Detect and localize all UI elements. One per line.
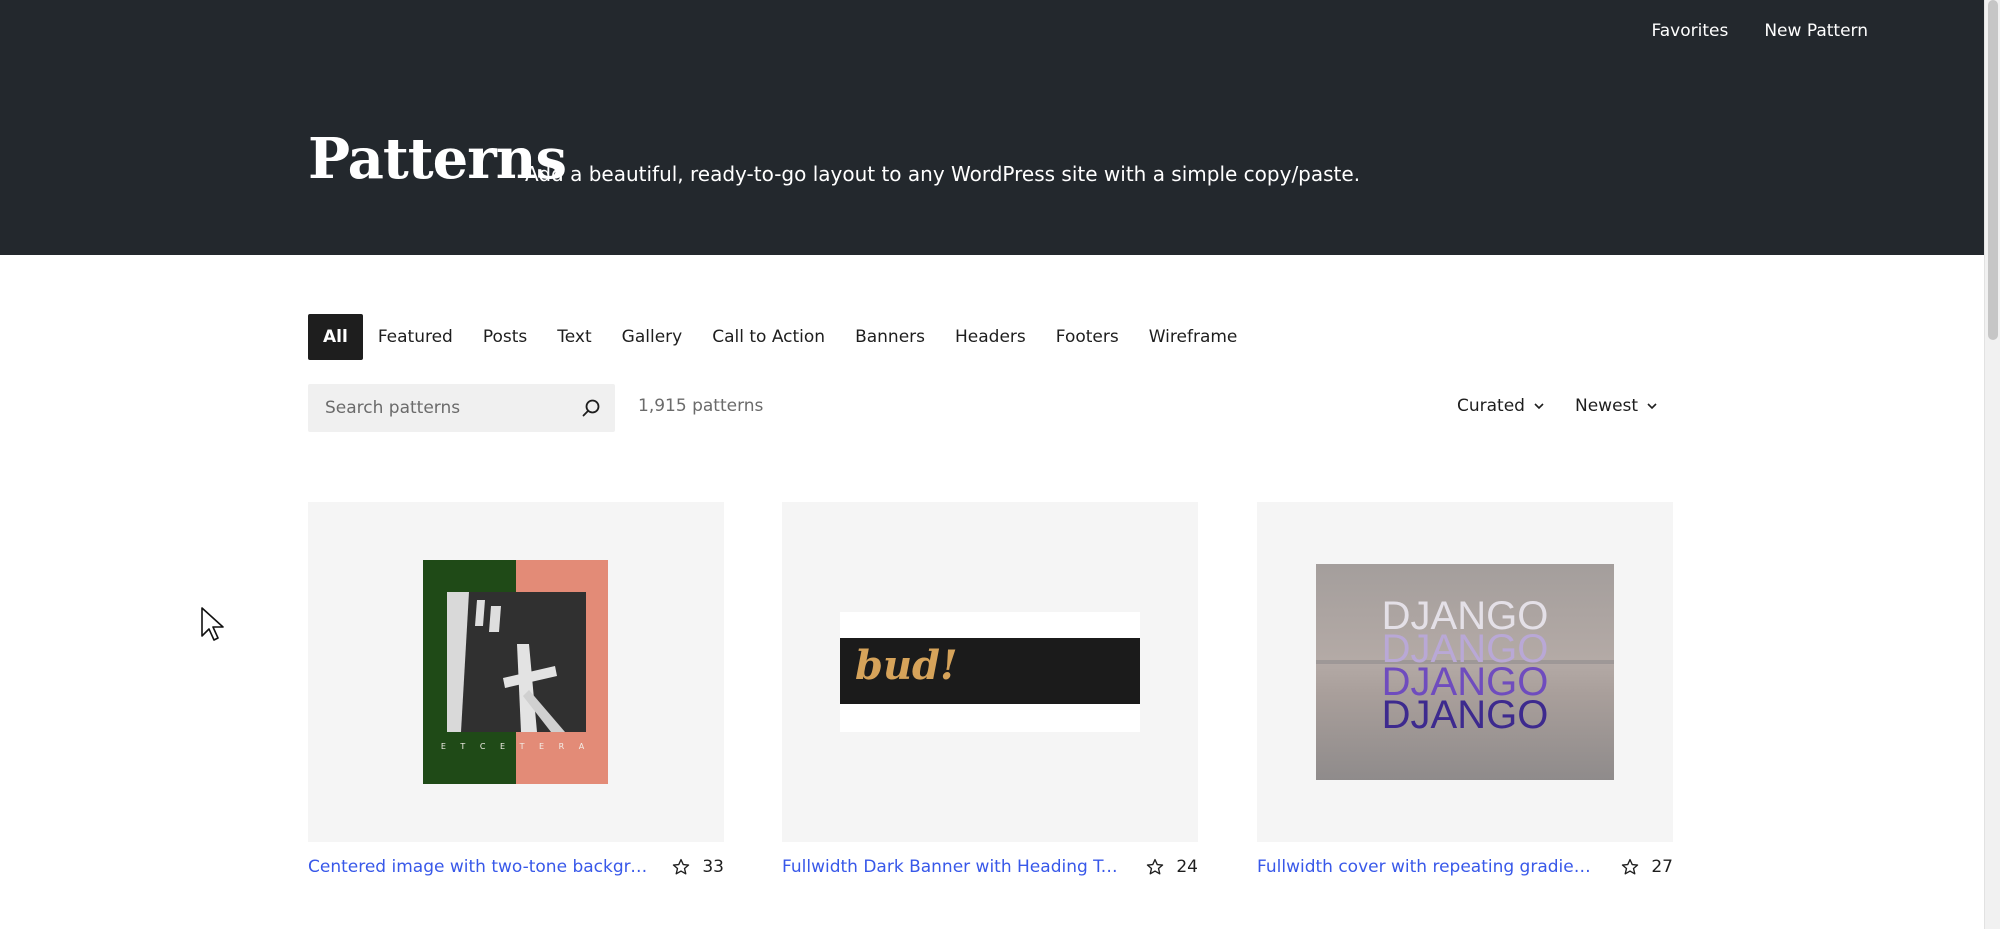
tab-call-to-action[interactable]: Call to Action bbox=[697, 314, 840, 360]
star-icon bbox=[1622, 858, 1639, 875]
tab-posts[interactable]: Posts bbox=[468, 314, 542, 360]
road-markings-image bbox=[447, 592, 586, 732]
pattern-title-link[interactable]: Fullwidth cover with repeating gradient … bbox=[1257, 857, 1597, 877]
favorite-count: 27 bbox=[1651, 857, 1673, 877]
sort-dropdown[interactable]: Newest bbox=[1575, 396, 1658, 416]
new-pattern-link[interactable]: New Pattern bbox=[1764, 21, 1868, 41]
favorite-button[interactable]: 24 bbox=[1146, 857, 1198, 877]
pattern-preview[interactable]: bud! bbox=[782, 502, 1198, 842]
thumb-caption: E T C E T E R A bbox=[440, 742, 591, 751]
category-tabs: All Featured Posts Text Gallery Call to … bbox=[308, 314, 1252, 360]
pattern-card: bud! Fullwidth Dark Banner with Heading … bbox=[782, 502, 1198, 877]
pattern-preview-image: E T C E T E R A bbox=[423, 560, 608, 784]
pattern-preview[interactable]: DJANGO DJANGO DJANGO DJANGO bbox=[1257, 502, 1673, 842]
page: Favorites New Pattern Patterns Add a bea… bbox=[0, 0, 2000, 929]
search-icon[interactable] bbox=[581, 398, 601, 418]
curated-dropdown-label: Curated bbox=[1457, 396, 1525, 416]
tab-featured[interactable]: Featured bbox=[363, 314, 468, 360]
card-meta: Fullwidth Dark Banner with Heading Top .… bbox=[782, 852, 1198, 882]
pattern-count: 1,915 patterns bbox=[638, 396, 764, 416]
banner-heading: bud! bbox=[855, 642, 958, 689]
dark-banner: bud! bbox=[840, 638, 1140, 704]
pattern-card: DJANGO DJANGO DJANGO DJANGO Fullwidth co… bbox=[1257, 502, 1673, 877]
tab-gallery[interactable]: Gallery bbox=[607, 314, 698, 360]
tab-banners[interactable]: Banners bbox=[840, 314, 940, 360]
pattern-title-link[interactable]: Centered image with two-tone backgrou... bbox=[308, 857, 648, 877]
scrollbar-thumb[interactable] bbox=[1988, 0, 1998, 340]
favorite-button[interactable]: 27 bbox=[1621, 857, 1673, 877]
chevron-down-icon bbox=[1534, 403, 1544, 410]
repeating-words: DJANGO DJANGO DJANGO DJANGO bbox=[1316, 596, 1614, 737]
site-header: Favorites New Pattern Patterns Add a bea… bbox=[0, 0, 1984, 255]
tab-text[interactable]: Text bbox=[542, 314, 606, 360]
card-meta: Centered image with two-tone backgrou...… bbox=[308, 852, 724, 882]
favorites-link[interactable]: Favorites bbox=[1652, 21, 1729, 41]
page-tagline: Add a beautiful, ready-to-go layout to a… bbox=[525, 162, 1361, 186]
pattern-title-link[interactable]: Fullwidth Dark Banner with Heading Top .… bbox=[782, 857, 1122, 877]
star-icon bbox=[673, 858, 690, 875]
favorite-button[interactable]: 33 bbox=[672, 857, 724, 877]
pattern-preview-image: DJANGO DJANGO DJANGO DJANGO bbox=[1316, 564, 1614, 780]
favorite-count: 33 bbox=[702, 857, 724, 877]
mouse-cursor-icon bbox=[201, 607, 224, 641]
curated-dropdown[interactable]: Curated bbox=[1457, 396, 1545, 416]
tab-all[interactable]: All bbox=[308, 314, 363, 360]
scrollbar[interactable] bbox=[1984, 0, 2000, 929]
card-meta: Fullwidth cover with repeating gradient … bbox=[1257, 852, 1673, 882]
search-input[interactable] bbox=[308, 384, 568, 432]
pattern-preview-image: bud! bbox=[840, 612, 1140, 732]
chevron-down-icon bbox=[1647, 403, 1657, 410]
tab-footers[interactable]: Footers bbox=[1041, 314, 1134, 360]
star-icon bbox=[1147, 858, 1164, 875]
sort-dropdown-label: Newest bbox=[1575, 396, 1639, 416]
favorite-count: 24 bbox=[1176, 857, 1198, 877]
search-box bbox=[308, 384, 615, 432]
pattern-card: E T C E T E R A Centered image with two-… bbox=[308, 502, 724, 877]
repeating-word: DJANGO bbox=[1381, 693, 1549, 737]
road-photo bbox=[447, 592, 586, 732]
tab-headers[interactable]: Headers bbox=[940, 314, 1041, 360]
top-nav: Favorites New Pattern bbox=[1652, 21, 1868, 41]
pattern-preview[interactable]: E T C E T E R A bbox=[308, 502, 724, 842]
tab-wireframe[interactable]: Wireframe bbox=[1134, 314, 1253, 360]
